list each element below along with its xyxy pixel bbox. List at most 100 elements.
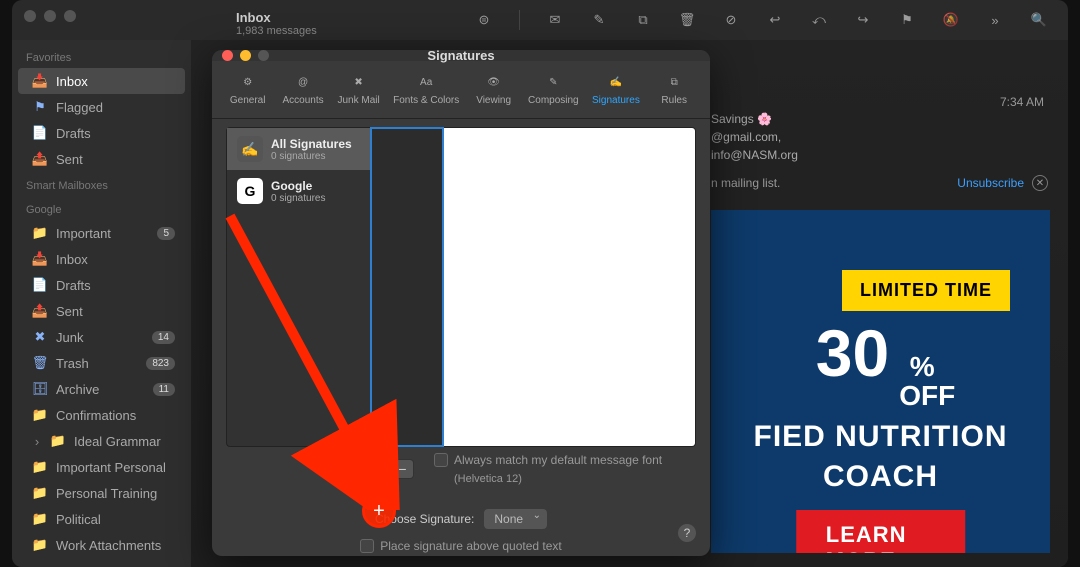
remove-signature-button[interactable]: − — [392, 459, 414, 479]
sidebar-item-sent[interactable]: 📤Sent — [18, 146, 185, 172]
search-icon[interactable]: 🔍 — [1030, 11, 1048, 29]
unsubscribe-link[interactable]: Unsubscribe — [957, 176, 1024, 190]
count-badge: 823 — [146, 357, 175, 370]
prefs-tab-signatures[interactable]: ✍Signatures — [586, 67, 646, 110]
prefs-tab-viewing[interactable]: 👁Viewing — [467, 67, 521, 110]
close-icon[interactable] — [24, 10, 36, 22]
folder-icon: 📁 — [50, 433, 66, 449]
ad-line-2: COACH — [711, 460, 1050, 494]
sent-icon: 📤 — [32, 303, 48, 319]
account-list: ✍ All Signatures 0 signaturesGGoogle0 sign… — [226, 127, 370, 447]
help-button[interactable]: ? — [678, 524, 696, 542]
sidebar-item-label: Ideal Grammar — [74, 434, 161, 449]
mailing-text: n mailing list. — [711, 176, 780, 190]
sidebar-item-important-personal[interactable]: 📁Important Personal — [18, 454, 185, 480]
folder-icon: 📁 — [32, 225, 48, 241]
forward-icon[interactable]: ↪ — [854, 11, 872, 29]
sidebar-item-sent[interactable]: 📤Sent — [18, 298, 185, 324]
prefs-tab-general[interactable]: ⚙General — [221, 67, 275, 110]
folder-icon: 📁 — [32, 459, 48, 475]
sidebar-item-political[interactable]: 📁Political — [18, 506, 185, 532]
prefs-tab-accounts[interactable]: @Accounts — [276, 67, 330, 110]
junk-icon[interactable]: ⊘ — [722, 11, 740, 29]
traffic-lights[interactable] — [24, 10, 76, 22]
sidebar-item-junk[interactable]: ✖Junk14 — [18, 324, 185, 350]
filter-icon[interactable]: ⊜ — [475, 11, 493, 29]
signature-list[interactable] — [370, 127, 444, 447]
from-line: Savings 🌸 — [711, 110, 1048, 128]
to-line-1: @gmail.com, — [711, 128, 1048, 146]
sidebar-item-label: Flagged — [56, 100, 103, 115]
sidebar: Favorites📥Inbox⚑Flagged📄Drafts📤SentSmart… — [12, 40, 191, 567]
signature-preview[interactable] — [444, 127, 696, 447]
place-above-checkbox[interactable] — [360, 539, 374, 553]
zoom-icon[interactable] — [64, 10, 76, 22]
sidebar-item-confirmations[interactable]: 📁Confirmations — [18, 402, 185, 428]
tab-icon: ✎ — [542, 71, 564, 93]
all-icon: ✍ — [237, 136, 263, 162]
folder-icon: 📁 — [32, 537, 48, 553]
account-item-google[interactable]: GGoogle0 signatures — [227, 170, 370, 212]
choose-signature-select[interactable]: None — [484, 509, 547, 529]
account-name: All Signatures — [271, 137, 352, 151]
delete-icon[interactable]: 🗑 — [678, 11, 696, 29]
tab-label: Signatures — [592, 95, 640, 106]
dismiss-banner-icon[interactable]: ✕ — [1032, 175, 1048, 191]
inbox-icon: 📥 — [32, 73, 48, 89]
sidebar-item-flagged[interactable]: ⚑Flagged — [18, 94, 185, 120]
folder-icon: 📁 — [32, 511, 48, 527]
archive-icon[interactable]: ⧉ — [634, 11, 652, 29]
sidebar-item-inbox[interactable]: 📥Inbox — [18, 246, 185, 272]
signatures-panes: ✍ All Signatures 0 signaturesGGoogle0 sign… — [226, 127, 696, 447]
account-sig-count: 0 signatures — [271, 193, 325, 204]
count-badge: 14 — [152, 331, 175, 344]
compose-icon[interactable]: ✎ — [590, 11, 608, 29]
sidebar-item-personal-training[interactable]: 📁Personal Training — [18, 480, 185, 506]
minimize-icon[interactable] — [44, 10, 56, 22]
tab-icon: ✖ — [348, 71, 370, 93]
flag-icon[interactable]: ⚑ — [898, 11, 916, 29]
toolbar: ⊜ ✉ ✎ ⧉ 🗑 ⊘ ↩ ⤺ ↪ ⚑ 🔕 » 🔍 — [475, 10, 1048, 30]
envelope-icon[interactable]: ✉ — [546, 11, 564, 29]
sidebar-item-drafts[interactable]: 📄Drafts — [18, 272, 185, 298]
sidebar-item-label: Sent — [56, 152, 83, 167]
prefs-tab-junk-mail[interactable]: ✖Junk Mail — [331, 67, 385, 110]
reply-all-icon[interactable]: ⤺ — [810, 11, 828, 29]
more-icon[interactable]: » — [986, 11, 1004, 29]
mute-icon[interactable]: 🔕 — [942, 11, 960, 29]
prefs-tab-rules[interactable]: ⧉Rules — [647, 67, 701, 110]
tab-label: Accounts — [283, 95, 324, 106]
message-time: 7:34 AM — [1000, 95, 1044, 109]
add-signature-button[interactable]: + — [370, 459, 392, 479]
sidebar-item-ideal-grammar[interactable]: › 📁 Ideal Grammar — [18, 428, 185, 454]
reply-icon[interactable]: ↩ — [766, 11, 784, 29]
count-badge: 11 — [153, 383, 175, 396]
sidebar-item-archive[interactable]: 🗄Archive11 — [18, 376, 185, 402]
account-item-all-signatures[interactable]: ✍All Signatures0 signatures — [227, 128, 370, 170]
sidebar-item-label: Drafts — [56, 126, 91, 141]
prefs-tab-composing[interactable]: ✎Composing — [522, 67, 585, 110]
folder-icon: 📁 — [32, 407, 48, 423]
trash-icon: 🗑 — [32, 355, 48, 371]
to-line-2: info@NASM.org — [711, 146, 1048, 164]
chevron-right-icon: › — [32, 434, 42, 449]
doc-icon: 📄 — [32, 277, 48, 293]
doc-icon: 📄 — [32, 125, 48, 141]
font-hint: (Helvetica 12) — [454, 473, 522, 485]
prefs-tab-fonts-colors[interactable]: AaFonts & Colors — [387, 67, 465, 110]
sidebar-item-work-attachments[interactable]: 📁Work Attachments — [18, 532, 185, 558]
sidebar-item-label: Important — [56, 226, 111, 241]
account-name: Google — [271, 179, 325, 193]
sidebar-section-label: Smart Mailboxes — [12, 172, 191, 196]
sidebar-item-inbox[interactable]: 📥Inbox — [18, 68, 185, 94]
match-font-checkbox[interactable] — [434, 453, 448, 467]
sidebar-item-important[interactable]: 📁Important5 — [18, 220, 185, 246]
sidebar-item-drafts[interactable]: 📄 Drafts — [18, 120, 185, 146]
junk-icon: ✖ — [32, 329, 48, 345]
sidebar-section-label: Google — [12, 196, 191, 220]
sidebar-section-label: Favorites — [12, 44, 191, 68]
tab-icon: ⚙ — [237, 71, 259, 93]
sidebar-item-trash[interactable]: 🗑Trash823 — [18, 350, 185, 376]
ad-cta-button[interactable]: LEARN MORE — [796, 510, 966, 553]
email-body-ad: LIMITED TIME 30 % OFF FIED NUTRITION COA… — [711, 210, 1050, 553]
